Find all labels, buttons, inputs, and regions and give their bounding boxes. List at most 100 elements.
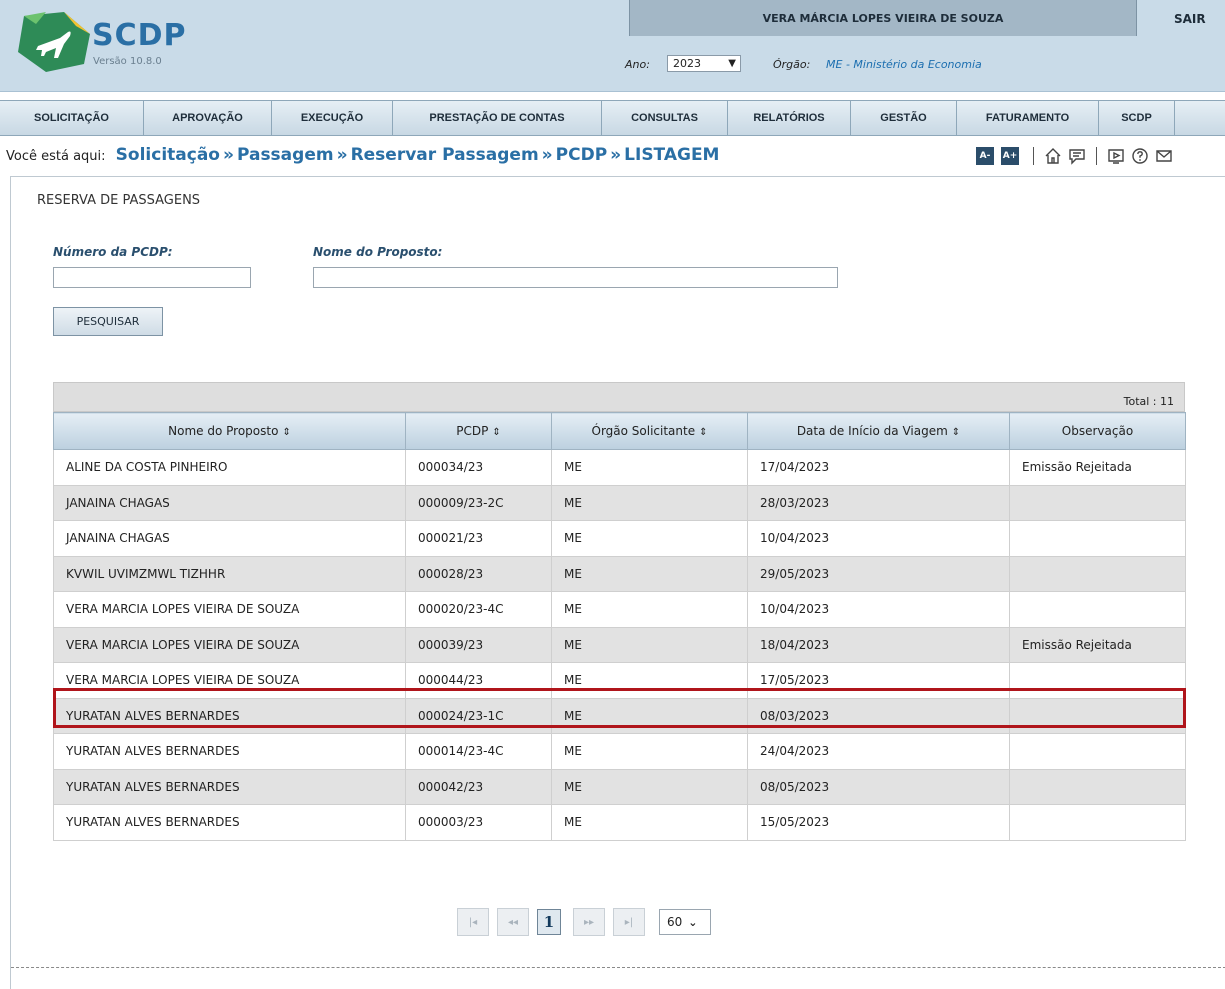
- scdp-logo-icon: [18, 12, 90, 72]
- menu-item-aprovacao[interactable]: APROVAÇÃO: [144, 101, 272, 135]
- breadcrumb-item-passagem[interactable]: Passagem: [237, 145, 334, 165]
- current-page-button[interactable]: 1: [537, 909, 561, 935]
- cell-travel-start-date: 18/04/2023: [747, 626, 1010, 663]
- table-row[interactable]: KVWIL UVIMZMWL TIZHHR 000028/23 ME 29/05/20…: [53, 555, 1186, 592]
- menu-item-execucao[interactable]: EXECUÇÃO: [272, 101, 393, 135]
- cell-requesting-org: ME: [551, 555, 748, 592]
- pagination: |◂ ◂◂ 1 ▸▸ ▸| 60 ⌄: [457, 907, 711, 937]
- sort-icon: ⇕: [951, 427, 961, 438]
- breadcrumb-path: Solicitação» Passagem» Reservar Passagem» P…: [116, 145, 720, 165]
- proposed-name-input[interactable]: [313, 267, 838, 288]
- breadcrumb-separator: »: [222, 145, 234, 165]
- breadcrumb-item-reservar-passagem[interactable]: Reservar Passagem: [351, 145, 539, 165]
- toolbar: A- A+: [976, 146, 1176, 166]
- table-row[interactable]: YURATAN ALVES BERNARDES 000014/23-4C ME 24/…: [53, 733, 1186, 770]
- table-row[interactable]: YURATAN ALVES BERNARDES 000024/23-1C ME 08/…: [53, 697, 1186, 734]
- breadcrumb-separator: »: [541, 145, 553, 165]
- cell-observation: [1009, 591, 1186, 628]
- home-icon[interactable]: [1044, 147, 1062, 165]
- results-table: Nome do Proposto ⇕ PCDP ⇕ Órgão Solicitant…: [53, 412, 1186, 841]
- total-count: Total : 11: [53, 382, 1185, 412]
- font-increase-button[interactable]: A+: [1001, 147, 1019, 165]
- cell-requesting-org: ME: [551, 449, 748, 486]
- pcdp-number-input[interactable]: [53, 267, 251, 288]
- cell-proposed-name: VERA MARCIA LOPES VIEIRA DE SOUZA: [53, 591, 406, 628]
- page-size-value: 60: [667, 915, 683, 929]
- cell-proposed-name: YURATAN ALVES BERNARDES: [53, 768, 406, 805]
- logout-button[interactable]: SAIR: [1174, 12, 1206, 26]
- cell-travel-start-date: 08/05/2023: [747, 768, 1010, 805]
- chevron-down-icon: ⌄: [688, 915, 698, 929]
- cell-proposed-name: YURATAN ALVES BERNARDES: [53, 733, 406, 770]
- video-icon[interactable]: [1107, 147, 1125, 165]
- cell-observation: [1009, 484, 1186, 521]
- cell-travel-start-date: 10/04/2023: [747, 520, 1010, 557]
- table-row[interactable]: JANAINA CHAGAS 000009/23-2C ME 28/03/2023: [53, 484, 1186, 521]
- column-header-travel-start-date[interactable]: Data de Início da Viagem ⇕: [747, 412, 1010, 450]
- cell-pcdp: 000042/23: [405, 768, 552, 805]
- cell-observation: [1009, 804, 1186, 841]
- chevron-down-icon: ▼: [728, 58, 736, 69]
- mail-icon[interactable]: [1155, 147, 1173, 165]
- menu-item-consultas[interactable]: CONSULTAS: [602, 101, 728, 135]
- cell-travel-start-date: 17/05/2023: [747, 662, 1010, 699]
- cell-requesting-org: ME: [551, 626, 748, 663]
- cell-requesting-org: ME: [551, 662, 748, 699]
- menu-item-relatorios[interactable]: RELATÓRIOS: [728, 101, 851, 135]
- cell-requesting-org: ME: [551, 768, 748, 805]
- table-row[interactable]: YURATAN ALVES BERNARDES 000003/23 ME 15/05/…: [53, 804, 1186, 841]
- user-name: VERA MÁRCIA LOPES VIEIRA DE SOUZA: [629, 0, 1137, 36]
- cell-requesting-org: ME: [551, 484, 748, 521]
- main-menu: SOLICITAÇÃO APROVAÇÃO EXECUÇÃO PRESTAÇÃO…: [0, 100, 1225, 136]
- column-header-requesting-org[interactable]: Órgão Solicitante ⇕: [551, 412, 748, 450]
- cell-requesting-org: ME: [551, 520, 748, 557]
- breadcrumb-item-pcdp[interactable]: PCDP: [556, 145, 608, 165]
- last-page-button[interactable]: ▸|: [613, 908, 645, 936]
- menu-item-solicitacao[interactable]: SOLICITAÇÃO: [0, 101, 144, 135]
- page-size-select[interactable]: 60 ⌄: [659, 909, 711, 935]
- menu-item-gestao[interactable]: GESTÃO: [851, 101, 957, 135]
- next-page-button[interactable]: ▸▸: [573, 908, 605, 936]
- column-header-proposed-name[interactable]: Nome do Proposto ⇕: [53, 412, 406, 450]
- table-body: ALINE DA COSTA PINHEIRO 000034/23 ME 17/04/…: [53, 449, 1186, 841]
- table-row[interactable]: ALINE DA COSTA PINHEIRO 000034/23 ME 17/04/…: [53, 449, 1186, 486]
- app-brand: SCDP: [92, 18, 187, 53]
- column-header-pcdp[interactable]: PCDP ⇕: [405, 412, 552, 450]
- year-select-value: 2023: [673, 57, 701, 70]
- breadcrumb-item-solicitacao[interactable]: Solicitação: [116, 145, 220, 165]
- cell-observation: [1009, 768, 1186, 805]
- breadcrumb-item-listagem: LISTAGEM: [624, 145, 720, 165]
- cell-travel-start-date: 15/05/2023: [747, 804, 1010, 841]
- font-decrease-button[interactable]: A-: [976, 147, 994, 165]
- table-row[interactable]: VERA MARCIA LOPES VIEIRA DE SOUZA 000044/…: [53, 662, 1186, 699]
- menu-item-prestacao-de-contas[interactable]: PRESTAÇÃO DE CONTAS: [393, 101, 602, 135]
- table-row[interactable]: YURATAN ALVES BERNARDES 000042/23 ME 08/05/…: [53, 768, 1186, 805]
- main-content: RESERVA DE PASSAGENS Número da PCDP: Nom…: [10, 176, 1225, 989]
- user-bar: VERA MÁRCIA LOPES VIEIRA DE SOUZA SAIR: [629, 0, 1225, 36]
- table-row[interactable]: VERA MARCIA LOPES VIEIRA DE SOUZA 000020/…: [53, 591, 1186, 628]
- help-icon[interactable]: [1131, 147, 1149, 165]
- table-row[interactable]: VERA MARCIA LOPES VIEIRA DE SOUZA 000039/…: [53, 626, 1186, 663]
- chat-icon[interactable]: [1068, 147, 1086, 165]
- sort-icon: ⇕: [492, 427, 501, 438]
- previous-page-button[interactable]: ◂◂: [497, 908, 529, 936]
- first-page-button[interactable]: |◂: [457, 908, 489, 936]
- cell-proposed-name: JANAINA CHAGAS: [53, 484, 406, 521]
- cell-pcdp: 000009/23-2C: [405, 484, 552, 521]
- cell-pcdp: 000021/23: [405, 520, 552, 557]
- proposed-name-label: Nome do Proposto:: [313, 245, 443, 259]
- search-button[interactable]: PESQUISAR: [53, 307, 163, 336]
- toolbar-divider: [1096, 147, 1097, 165]
- year-label: Ano:: [625, 58, 650, 71]
- table-row[interactable]: JANAINA CHAGAS 000021/23 ME 10/04/2023: [53, 520, 1186, 557]
- cell-pcdp: 000039/23: [405, 626, 552, 663]
- page-title: RESERVA DE PASSAGENS: [37, 193, 201, 208]
- app-header: SCDP Versão 10.8.0 VERA MÁRCIA LOPES VIE…: [0, 0, 1225, 92]
- sort-icon: ⇕: [282, 427, 291, 438]
- year-select[interactable]: 2023 ▼: [667, 55, 741, 72]
- menu-item-faturamento[interactable]: FATURAMENTO: [957, 101, 1099, 135]
- cell-travel-start-date: 08/03/2023: [747, 697, 1010, 734]
- cell-requesting-org: ME: [551, 804, 748, 841]
- menu-item-scdp[interactable]: SCDP: [1099, 101, 1175, 135]
- org-link[interactable]: ME - Ministério da Economia: [826, 58, 982, 71]
